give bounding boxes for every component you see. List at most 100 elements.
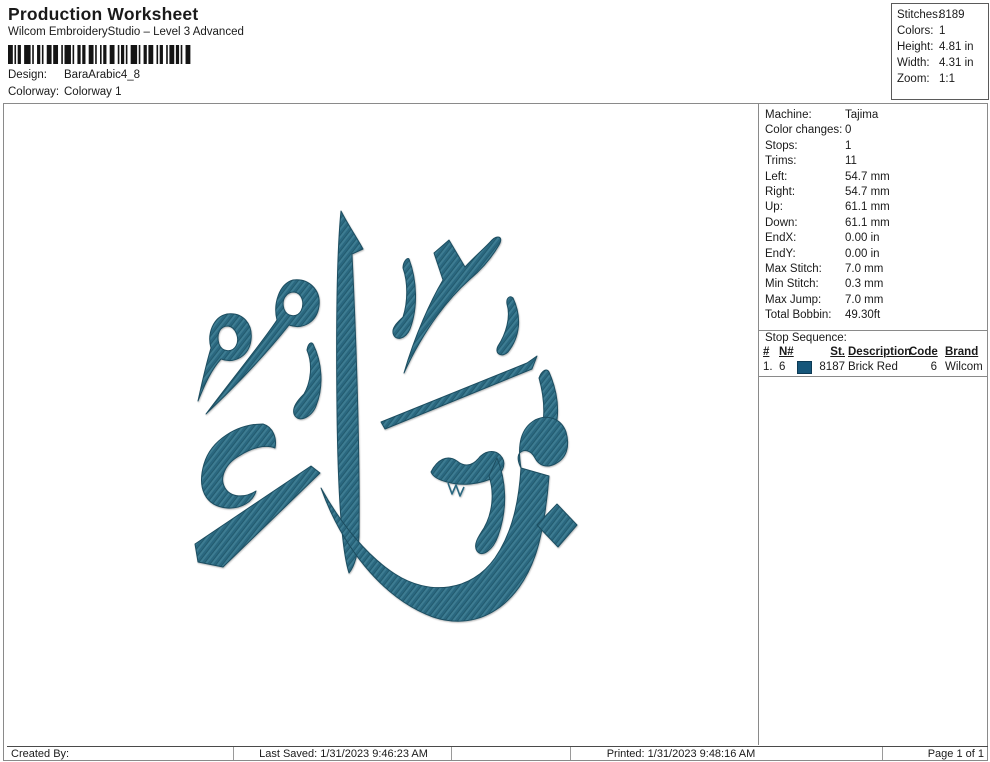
machine-row: Trims: 11 bbox=[759, 154, 987, 169]
software-subtitle: Wilcom EmbroideryStudio – Level 3 Advanc… bbox=[8, 26, 244, 38]
machine-row-label: Max Jump: bbox=[765, 293, 822, 306]
page-title: Production Worksheet bbox=[8, 4, 199, 24]
stop-sequence-bottom-line bbox=[759, 376, 987, 377]
machine-row-value: 7.0 mm bbox=[845, 262, 884, 275]
glyph-thin-bar bbox=[380, 355, 538, 430]
footer-page-number: Page 1 of 1 bbox=[927, 748, 984, 760]
machine-rows: Machine: Tajima Color changes: 0 Stops: … bbox=[759, 108, 987, 323]
machine-row-value: 61.1 mm bbox=[845, 216, 890, 229]
design-value: BaraArabic4_8 bbox=[64, 69, 141, 81]
machine-row-label: Up: bbox=[765, 201, 783, 214]
stats-label: Width: bbox=[897, 57, 930, 69]
footer-last-saved: Last Saved: 1/31/2023 9:46:23 AM bbox=[259, 748, 428, 760]
machine-row-label: Down: bbox=[765, 216, 798, 229]
thread-color-swatch bbox=[797, 361, 812, 374]
footer-divider bbox=[233, 747, 234, 760]
machine-row: Min Stitch: 0.3 mm bbox=[759, 277, 987, 292]
machine-row-value: 1 bbox=[845, 139, 852, 152]
machine-row-value: 0.3 mm bbox=[845, 278, 884, 291]
col-st: St. bbox=[830, 346, 845, 358]
stats-value: 1:1 bbox=[939, 73, 955, 85]
glyph-loop-2 bbox=[205, 279, 320, 415]
glyph-lam-alif bbox=[403, 236, 502, 374]
colorway-value: Colorway 1 bbox=[64, 86, 122, 98]
stats-row: Colors: 1 bbox=[892, 22, 988, 38]
stats-value: 8189 bbox=[939, 9, 965, 21]
seq-num: 1. bbox=[763, 361, 773, 373]
glyph-hook-1 bbox=[392, 258, 417, 339]
seq-n: 6 bbox=[779, 361, 786, 373]
glyph-ayn-head bbox=[201, 423, 276, 509]
machine-row: Machine: Tajima bbox=[759, 108, 987, 123]
machine-row: Total Bobbin: 49.30ft bbox=[759, 308, 987, 323]
col-n: N# bbox=[779, 346, 794, 358]
machine-row-value: 7.0 mm bbox=[845, 293, 884, 306]
seq-st: 8187 bbox=[819, 361, 845, 373]
machine-row-value: 0.00 in bbox=[845, 247, 880, 260]
footer-bar: Created By: Last Saved: 1/31/2023 9:46:2… bbox=[7, 746, 988, 760]
machine-row: Color changes: 0 bbox=[759, 123, 987, 138]
stop-sequence-row: 1. 6 8187 Brick Red 6 Wilcom bbox=[759, 361, 987, 375]
machine-row: Left: 54.7 mm bbox=[759, 170, 987, 185]
machine-row-value: 54.7 mm bbox=[845, 185, 890, 198]
machine-row-label: EndX: bbox=[765, 232, 797, 245]
seq-code: 6 bbox=[930, 361, 937, 373]
stats-label: Zoom: bbox=[897, 73, 930, 85]
glyph-bowl-head bbox=[517, 416, 569, 469]
col-num: # bbox=[763, 346, 770, 358]
footer-created-by: Created By: bbox=[11, 748, 70, 760]
machine-row-label: Stops: bbox=[765, 139, 798, 152]
stats-row: Height: 4.81 in bbox=[892, 38, 988, 54]
stop-sequence-separator bbox=[759, 330, 987, 331]
machine-row-label: Left: bbox=[765, 170, 788, 183]
embroidery-design-preview bbox=[194, 210, 578, 622]
colorway-row: Colorway: Colorway 1 bbox=[8, 86, 122, 98]
glyph-stitch-zigzag bbox=[447, 482, 465, 497]
design-row: Design: BaraArabic4_8 bbox=[8, 69, 140, 81]
machine-row: Up: 61.1 mm bbox=[759, 200, 987, 215]
stats-value: 4.31 in bbox=[939, 57, 974, 69]
main-content-box: Machine: Tajima Color changes: 0 Stops: … bbox=[3, 103, 988, 761]
machine-row-label: Max Stitch: bbox=[765, 262, 822, 275]
machine-row: Stops: 1 bbox=[759, 139, 987, 154]
production-worksheet-page: Production Worksheet Wilcom EmbroiderySt… bbox=[0, 0, 990, 762]
design-preview-area bbox=[4, 104, 758, 745]
machine-row-label: Machine: bbox=[765, 109, 812, 121]
col-code: Code bbox=[909, 346, 938, 358]
stats-label: Stitches: bbox=[897, 9, 942, 21]
stop-sequence-title: Stop Sequence: bbox=[765, 332, 847, 344]
machine-row: EndX: 0.00 in bbox=[759, 231, 987, 246]
stats-label: Height: bbox=[897, 41, 934, 53]
machine-row-value: 49.30ft bbox=[845, 309, 881, 322]
colorway-label: Colorway: bbox=[8, 86, 60, 98]
stats-row: Width: 4.31 in bbox=[892, 54, 988, 70]
design-label: Design: bbox=[8, 69, 47, 81]
footer-divider bbox=[451, 747, 452, 760]
col-desc: Description bbox=[848, 346, 912, 358]
machine-row-value: Tajima bbox=[845, 109, 879, 121]
machine-row: Max Stitch: 7.0 mm bbox=[759, 262, 987, 277]
machine-row-label: Color changes: bbox=[765, 124, 843, 137]
machine-row: Max Jump: 7.0 mm bbox=[759, 293, 987, 308]
machine-row-label: Right: bbox=[765, 185, 796, 198]
machine-row: Right: 54.7 mm bbox=[759, 185, 987, 200]
machine-row-label: EndY: bbox=[765, 247, 796, 260]
seq-desc: Brick Red bbox=[848, 361, 898, 373]
footer-printed: Printed: 1/31/2023 9:48:16 AM bbox=[606, 748, 756, 760]
glyph-loop-1 bbox=[197, 313, 252, 402]
stats-row: Zoom: 1:1 bbox=[892, 70, 988, 86]
stop-sequence-rows: 1. 6 8187 Brick Red 6 Wilcom bbox=[759, 361, 987, 375]
machine-row-value: 0.00 in bbox=[845, 232, 880, 245]
stop-sequence-header: # N# St. Description Code Brand bbox=[759, 346, 987, 360]
machine-row: Down: 61.1 mm bbox=[759, 216, 987, 231]
seq-brand: Wilcom bbox=[945, 361, 983, 373]
design-barcode bbox=[8, 45, 191, 64]
stats-value: 4.81 in bbox=[939, 41, 974, 53]
stats-row: Stitches: 8189 bbox=[892, 6, 988, 22]
stats-box: Stitches: 8189 Colors: 1 Height: 4.81 in… bbox=[891, 3, 989, 100]
glyph-s-connector bbox=[538, 369, 559, 425]
machine-row-value: 11 bbox=[845, 155, 857, 168]
machine-info-panel: Machine: Tajima Color changes: 0 Stops: … bbox=[758, 104, 987, 745]
stats-label: Colors: bbox=[897, 25, 934, 37]
machine-row: EndY: 0.00 in bbox=[759, 247, 987, 262]
